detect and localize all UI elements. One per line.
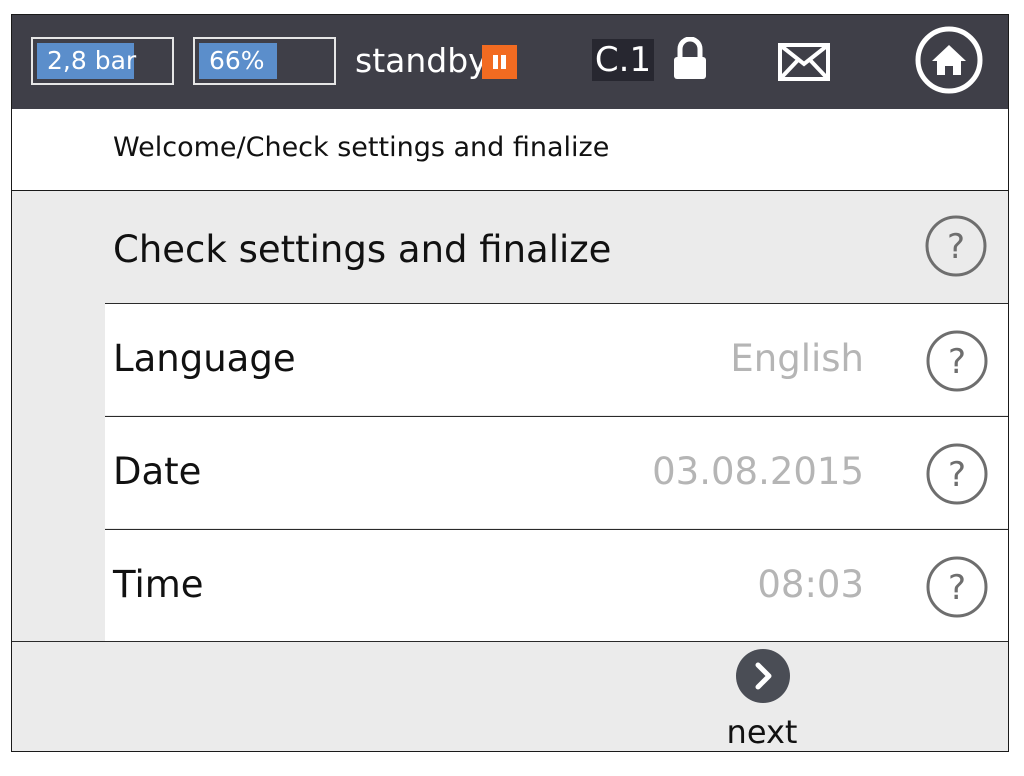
svg-text:?: ? (948, 568, 966, 608)
status-text: standby (355, 41, 488, 80)
mail-icon[interactable] (777, 42, 831, 82)
home-icon[interactable] (914, 25, 984, 95)
next-button[interactable]: next (712, 648, 812, 751)
setting-label: Time (113, 563, 204, 606)
breadcrumb-text: Welcome/Check settings and finalize (113, 132, 610, 163)
help-icon[interactable]: ? (925, 329, 989, 393)
level-gauge: 66% (193, 37, 336, 85)
breadcrumb: Welcome/Check settings and finalize (12, 109, 1008, 191)
setting-row-language[interactable]: Language English ? (105, 303, 1008, 415)
chevron-right-icon[interactable] (735, 648, 791, 704)
svg-text:?: ? (947, 227, 965, 267)
level-value: 66% (209, 46, 265, 75)
lock-icon[interactable] (670, 37, 710, 81)
setting-row-time[interactable]: Time 08:03 ? (105, 529, 1008, 641)
pause-icon[interactable] (482, 45, 517, 79)
help-icon[interactable]: ? (925, 555, 989, 619)
setting-label: Language (113, 337, 296, 380)
svg-text:?: ? (948, 342, 966, 382)
pressure-value: 2,8 bar (47, 46, 137, 75)
setting-value: 08:03 (757, 563, 864, 606)
status-bar: 2,8 bar 66% standby C.1 (12, 15, 1008, 109)
setting-value: 03.08.2015 (652, 450, 864, 493)
section-title: Check settings and finalize (113, 228, 612, 271)
next-label: next (726, 713, 798, 751)
svg-text:?: ? (948, 455, 966, 495)
footer-bar: next (12, 641, 1008, 751)
section-help-icon[interactable]: ? (924, 214, 988, 278)
app-window: 2,8 bar 66% standby C.1 Welcome/Check se… (11, 14, 1009, 752)
help-icon[interactable]: ? (925, 442, 989, 506)
setting-value: English (730, 337, 864, 380)
setting-row-date[interactable]: Date 03.08.2015 ? (105, 416, 1008, 528)
controller-code: C.1 (592, 39, 654, 81)
pressure-gauge: 2,8 bar (31, 37, 174, 85)
pause-bar-left (493, 55, 498, 69)
setting-label: Date (113, 450, 202, 493)
pause-bar-right (501, 55, 506, 69)
